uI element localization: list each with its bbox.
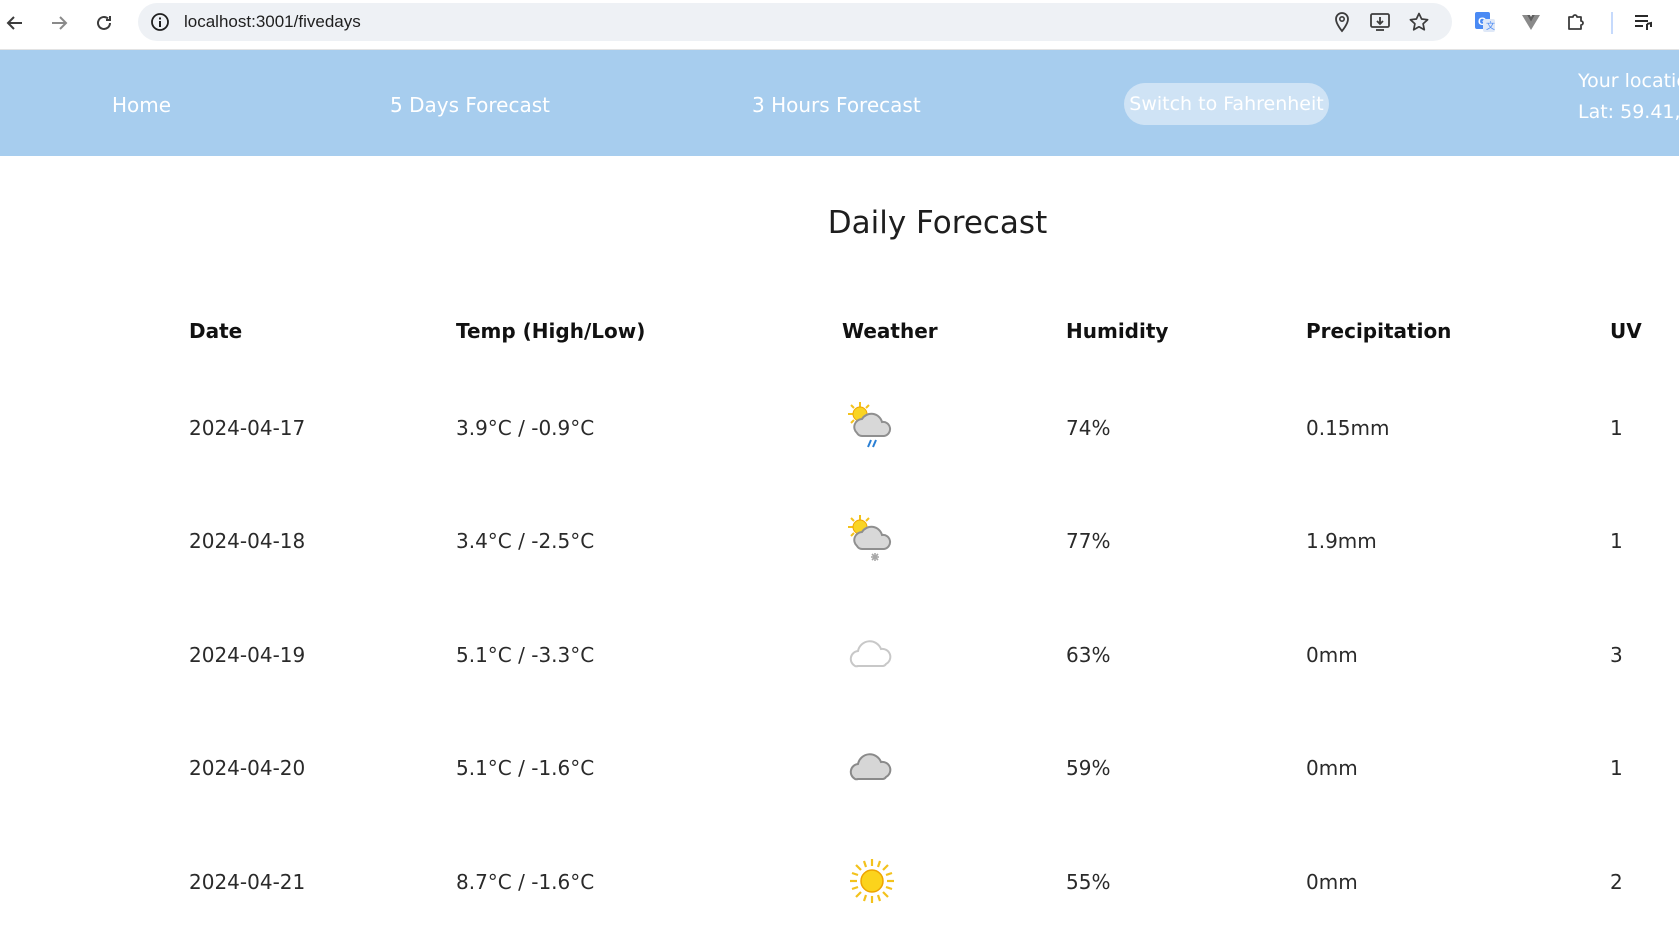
- cell-temp: 3.4°C / -2.5°C: [456, 529, 595, 553]
- cell-uv: 1: [1610, 416, 1623, 440]
- translate-extension-button[interactable]: G文: [1470, 7, 1500, 37]
- svg-text:文: 文: [1486, 20, 1495, 31]
- location-label: Your locatio: [1578, 70, 1679, 92]
- install-icon: [1370, 13, 1390, 31]
- back-arrow-icon: [6, 16, 22, 30]
- forward-arrow-icon: [52, 16, 68, 30]
- user-location: Your locatio Lat: 59.41, L: [1578, 66, 1679, 128]
- switch-fahrenheit-button[interactable]: Switch to Fahrenheit: [1124, 83, 1329, 125]
- header-weather: Weather: [842, 319, 938, 343]
- sun-cloud-rain-icon: [848, 402, 892, 448]
- cell-date: 2024-04-17: [189, 416, 306, 440]
- vue-devtools-button[interactable]: [1516, 7, 1546, 37]
- cell-humidity: 74%: [1066, 416, 1111, 440]
- cell-uv: 2: [1610, 870, 1623, 894]
- reload-icon: [97, 15, 111, 30]
- location-pin-icon: [1335, 12, 1349, 33]
- location-button[interactable]: [1329, 9, 1355, 35]
- extensions-button[interactable]: [1561, 7, 1591, 37]
- site-info-button[interactable]: [146, 8, 174, 36]
- vue-icon: [1522, 15, 1540, 30]
- reading-list-button[interactable]: [1628, 7, 1658, 37]
- header-precipitation: Precipitation: [1306, 319, 1452, 343]
- cell-date: 2024-04-18: [189, 529, 306, 553]
- google-translate-icon: G文: [1475, 12, 1495, 32]
- browser-toolbar: localhost:3001/fivedays G文: [0, 0, 1679, 50]
- cell-date: 2024-04-21: [189, 870, 306, 894]
- location-coords: Lat: 59.41, L: [1578, 101, 1679, 123]
- cell-precipitation: 0mm: [1306, 643, 1358, 667]
- puzzle-icon: [1568, 14, 1584, 30]
- info-icon: [151, 13, 169, 31]
- reload-button[interactable]: [89, 8, 119, 38]
- reading-list-icon: [1635, 15, 1652, 30]
- cell-uv: 1: [1610, 529, 1623, 553]
- back-button[interactable]: [0, 8, 30, 38]
- header-date: Date: [189, 319, 243, 343]
- header-uv: UV: [1610, 319, 1642, 343]
- cell-temp: 5.1°C / -1.6°C: [456, 756, 595, 780]
- cell-temp: 5.1°C / -3.3°C: [456, 643, 595, 667]
- cell-temp: 3.9°C / -0.9°C: [456, 416, 595, 440]
- app-navbar: Home 5 Days Forecast 3 Hours Forecast Sw…: [0, 50, 1679, 156]
- install-app-button[interactable]: [1367, 9, 1393, 35]
- nav-3-hours-link[interactable]: 3 Hours Forecast: [752, 93, 921, 117]
- cell-humidity: 77%: [1066, 529, 1111, 553]
- cell-date: 2024-04-20: [189, 756, 306, 780]
- cell-humidity: 55%: [1066, 870, 1111, 894]
- cell-uv: 1: [1610, 756, 1623, 780]
- cell-precipitation: 1.9mm: [1306, 529, 1377, 553]
- cell-humidity: 63%: [1066, 643, 1111, 667]
- bookmark-button[interactable]: [1406, 9, 1432, 35]
- cloud-icon: [849, 753, 892, 781]
- header-temp: Temp (High/Low): [456, 319, 646, 343]
- nav-5-days-link[interactable]: 5 Days Forecast: [390, 93, 550, 117]
- light-cloud-icon: [849, 640, 892, 668]
- star-icon: [1409, 12, 1429, 31]
- cell-precipitation: 0.15mm: [1306, 416, 1390, 440]
- address-bar[interactable]: localhost:3001/fivedays: [138, 3, 1452, 41]
- cell-date: 2024-04-19: [189, 643, 306, 667]
- toolbar-divider: [1611, 12, 1613, 34]
- forward-button[interactable]: [44, 8, 74, 38]
- url-text[interactable]: localhost:3001/fivedays: [184, 12, 361, 32]
- header-humidity: Humidity: [1066, 319, 1169, 343]
- nav-home-link[interactable]: Home: [112, 93, 171, 117]
- cell-humidity: 59%: [1066, 756, 1111, 780]
- page-title: Daily Forecast: [827, 205, 1048, 241]
- cell-precipitation: 0mm: [1306, 756, 1358, 780]
- sun-icon: [850, 859, 894, 903]
- cell-precipitation: 0mm: [1306, 870, 1358, 894]
- sun-cloud-snow-icon: [848, 515, 892, 561]
- cell-uv: 3: [1610, 643, 1623, 667]
- cell-temp: 8.7°C / -1.6°C: [456, 870, 595, 894]
